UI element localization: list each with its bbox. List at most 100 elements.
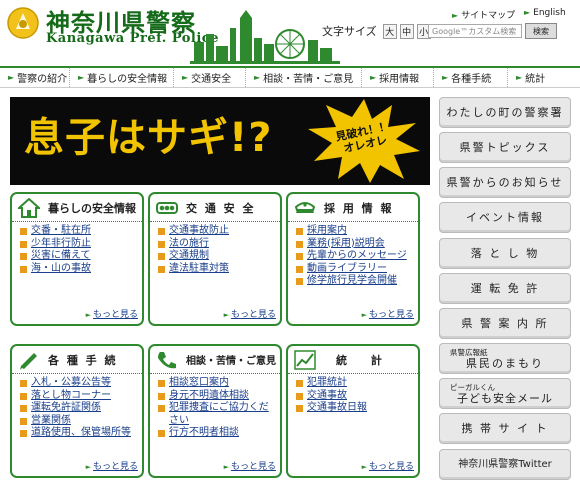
list-item[interactable]: 犯罪統計 (296, 377, 418, 390)
search-button[interactable]: 検索 (525, 23, 557, 39)
nav-item-about[interactable]: ► 警察の紹介 (0, 68, 70, 87)
panel-header: 各 種 手 続 (12, 346, 142, 374)
arrow-right-icon: ► (223, 463, 229, 471)
arrow-right-icon: ► (78, 73, 85, 82)
list-item[interactable]: 違法駐車対策 (158, 263, 280, 276)
list-item[interactable]: 法の施行 (158, 238, 280, 251)
list-item[interactable]: 入札・公募公告等 (20, 377, 142, 390)
more-link[interactable]: ► もっと見る (86, 459, 138, 472)
police-emblem-icon[interactable] (6, 6, 42, 40)
list-item[interactable]: 運転免許証関係 (20, 402, 142, 415)
list-item[interactable]: 身元不明遺体相談 (158, 390, 280, 403)
list-item[interactable]: 採用案内 (296, 225, 418, 238)
side-button-license[interactable]: 運 転 免 許 (439, 273, 571, 304)
arrow-right-icon: ► (182, 73, 189, 82)
list-item[interactable]: 相談窓口案内 (158, 377, 280, 390)
panel-header: 暮らしの安全情報 (12, 194, 142, 222)
house-icon (18, 197, 40, 218)
bullet-icon (296, 380, 303, 387)
nav-item-consultation[interactable]: ► 相談・苦情・ご意見 (246, 68, 362, 87)
bullet-icon (296, 278, 303, 285)
panel-procedures: 各 種 手 続 入札・公募公告等 落とし物コーナー 運転免許証関係 営業関係 道… (10, 344, 144, 478)
city-skyline-illustration (190, 10, 340, 64)
phone-icon (158, 351, 176, 368)
site-header: 神奈川県警察 Kanagawa Pref. Police ► サイトマップ ► En… (0, 0, 580, 66)
nav-item-procedures[interactable]: ► 各種手続 (434, 68, 508, 87)
list-item[interactable]: 行方不明者相談 (158, 427, 280, 440)
list-item[interactable]: 営業関係 (20, 415, 142, 428)
side-button-twitter[interactable]: 神奈川県警察Twitter (439, 449, 571, 480)
side-button-local-police[interactable]: わたしの町の警察署 (439, 97, 571, 128)
bullet-icon (158, 253, 165, 260)
side-button-lost-property[interactable]: 落 と し 物 (439, 238, 571, 269)
bullet-icon (296, 228, 303, 235)
bullet-icon (20, 417, 27, 425)
panel-header: 交 通 安 全 (150, 194, 280, 222)
list-item[interactable]: 修学旅行見学会開催 (296, 275, 418, 288)
main-nav: ► 警察の紹介 ► 暮らしの安全情報 ► 交通安全 ► 相談・苦情・ご意見 ► 採用情報 … (0, 66, 580, 88)
panel-statistics: 統 計 犯罪統計 交通事故 交通事故日報 ► もっと見る (286, 344, 420, 478)
nav-item-traffic[interactable]: ► 交通安全 (174, 68, 246, 87)
list-item[interactable]: 災害に備えて (20, 250, 142, 263)
side-button-child-safety-mail[interactable]: ピーガルくん 子ども安全メール (439, 378, 571, 409)
list-item[interactable]: 先輩からのメッセージ (296, 250, 418, 263)
side-button-notices[interactable]: 県警からのお知らせ (439, 167, 571, 198)
nav-item-recruitment[interactable]: ► 採用情報 (362, 68, 434, 87)
panel-safety: 暮らしの安全情報 交番・駐在所 少年非行防止 災害に備えて 海・山の事故 ► もっ… (10, 192, 144, 326)
side-button-mobile-site[interactable]: 携 帯 サ イ ト (439, 413, 571, 444)
more-link[interactable]: ► もっと見る (224, 459, 276, 472)
list-item[interactable]: 交番・駐在所 (20, 225, 142, 238)
arrow-right-icon: ► (452, 11, 459, 20)
arrow-right-icon: ► (516, 73, 523, 82)
sitemap-link[interactable]: ► サイトマップ (452, 8, 515, 21)
font-size-label: 文字サイズ (322, 25, 377, 38)
bullet-icon (20, 392, 27, 400)
panel-title: 暮らしの安全情報 (48, 201, 136, 215)
arrow-right-icon: ► (524, 8, 531, 17)
bullet-icon (158, 430, 165, 437)
list-item[interactable]: 交通事故防止 (158, 225, 280, 238)
panel-title: 統 計 (336, 353, 392, 367)
list-item[interactable]: 海・山の事故 (20, 263, 142, 276)
list-item[interactable]: 落とし物コーナー (20, 390, 142, 403)
list-item[interactable]: 犯罪捜査にご協力ください (158, 402, 280, 427)
side-button-topics[interactable]: 県警トピックス (439, 132, 571, 163)
arrow-right-icon: ► (8, 73, 15, 82)
panel-title: 交 通 安 全 (186, 201, 256, 215)
bullet-icon (296, 240, 303, 248)
english-link[interactable]: ► English (524, 8, 566, 18)
panel-header: 相談・苦情・ご意見 (150, 346, 280, 374)
more-link[interactable]: ► もっと見る (86, 307, 138, 320)
list-item[interactable]: 交通事故 (296, 390, 418, 403)
bullet-icon (296, 405, 303, 412)
nav-item-statistics[interactable]: ► 統計 (508, 68, 580, 87)
arrow-right-icon: ► (254, 73, 261, 82)
list-item[interactable]: 少年非行防止 (20, 238, 142, 251)
list-item[interactable]: 交通規制 (158, 250, 280, 263)
arrow-right-icon: ► (85, 463, 91, 471)
panel-recruitment: 採 用 情 報 採用案内 業務(採用)説明会 先輩からのメッセージ 動画ライブラ… (286, 192, 420, 326)
list-item[interactable]: 交通事故日報 (296, 402, 418, 415)
font-size-selector: 文字サイズ 大 中 小 (322, 23, 431, 39)
font-size-large-button[interactable]: 大 (382, 23, 397, 39)
side-button-newsletter[interactable]: 県警広報紙 県民のまもり (439, 343, 571, 374)
list-item[interactable]: 業務(採用)説明会 (296, 238, 418, 251)
fraud-warning-banner[interactable]: 息子はサギ!? 見破れ！！ オレオレ (10, 97, 430, 185)
chart-icon (294, 349, 316, 370)
arrow-right-icon: ► (361, 311, 367, 319)
more-link[interactable]: ► もっと見る (362, 307, 414, 320)
side-button-guide[interactable]: 県 警 案 内 所 (439, 308, 571, 339)
list-item[interactable]: 道路使用、保管場所等 (20, 427, 142, 440)
search-input[interactable]: Google™カスタム検索 (428, 24, 522, 38)
bullet-icon (158, 265, 165, 273)
nav-item-safety[interactable]: ► 暮らしの安全情報 (70, 68, 174, 87)
more-link[interactable]: ► もっと見る (224, 307, 276, 320)
more-link[interactable]: ► もっと見る (362, 459, 414, 472)
bullet-icon (158, 228, 165, 235)
bullet-icon (296, 265, 303, 273)
bullet-icon (20, 265, 27, 273)
list-item[interactable]: 動画ライブラリー (296, 263, 418, 276)
font-size-medium-button[interactable]: 中 (399, 23, 414, 39)
bullet-icon (158, 405, 165, 412)
side-button-events[interactable]: イベント情報 (439, 202, 571, 233)
